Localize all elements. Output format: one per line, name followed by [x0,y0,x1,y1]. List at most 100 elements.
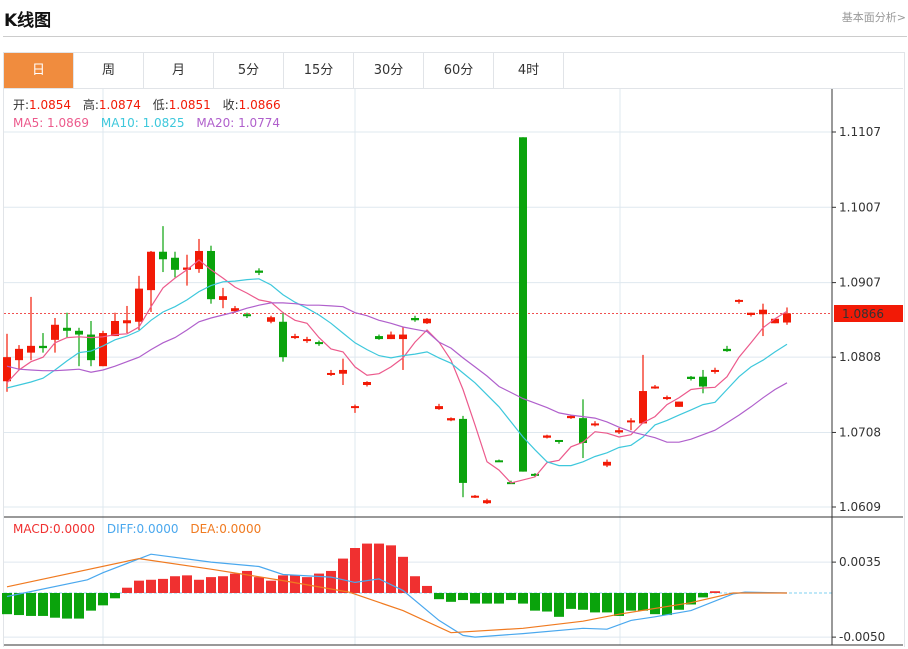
macd-bar [614,593,624,616]
candle-body [687,376,695,379]
macd-bar [674,593,684,610]
candle-body [123,320,131,324]
macd-bar [98,593,108,606]
candle-down [75,327,83,367]
macd-bar [134,580,144,593]
macd-bar [62,593,72,619]
candle-up [423,317,431,325]
y-tick-label: 1.0708 [839,425,881,439]
macd-bar [74,593,84,619]
macd-bar [710,591,720,593]
candle-body [255,270,263,273]
candle-down [687,375,695,381]
candle-down [87,321,95,367]
candle-body [423,318,431,324]
candle-body [567,415,575,419]
candle-body [51,324,59,340]
candle-body [375,336,383,340]
candle-body [675,401,683,407]
candle-up [387,331,395,340]
candle-body [615,430,623,433]
candle-up [735,299,743,304]
candle-down [519,137,527,472]
macd-bar [338,558,348,593]
macd-bar [470,593,480,604]
macd-bar [254,577,264,593]
candle-body [243,314,251,317]
candle-body [471,495,479,498]
candle-body [147,251,155,291]
candle-down [63,312,71,338]
macd-bar [182,575,192,593]
candle-body [783,313,791,323]
candle-up [27,296,35,361]
candle-up [51,317,59,353]
candle-body [699,376,707,387]
macd-bar [494,593,504,604]
candle-up [327,369,335,376]
candle-body [387,334,395,340]
candle-down [279,311,287,362]
macd-bar [146,579,156,593]
macd-bar [530,593,540,611]
candle-body [411,317,419,321]
candle-body [543,435,551,438]
macd-bar [698,593,708,598]
ma10-line [6,278,788,467]
candle-body [435,406,443,410]
macd-bar [50,593,60,618]
candle-up [399,327,407,370]
candle-up [447,417,455,422]
candle-body [3,357,11,382]
kline-chart[interactable]: 1.1107 1.1007 1.0907 1.0808 1.0708 1.0609 0.00… [0,0,908,649]
candle-body [111,321,119,337]
candle-body [267,317,275,322]
candle-up [363,381,371,387]
candle-body [363,382,371,386]
y-tick-label: 1.1107 [839,125,881,139]
y-tick-label: 1.0609 [839,500,881,514]
macd-bar [170,576,180,593]
candle-down [315,340,323,346]
candle-up [747,312,755,317]
candle-up [471,494,479,498]
macd-bar [626,593,636,611]
macd-bar [14,593,24,616]
macd-bar [86,593,96,611]
macd-bar [506,593,516,601]
candle-up [603,459,611,468]
macd-bar [458,593,468,601]
candle-body [63,327,71,331]
candle-body [459,418,467,483]
macd-bar [122,587,132,593]
candle-down [255,268,263,276]
candle-body [303,339,311,342]
candle-down [39,333,47,353]
ma10-legend: MA10: 1.0825 [101,116,185,130]
macd-bar [422,585,432,593]
macd-bar [482,593,492,604]
candle-down [207,245,215,304]
candle-down [171,251,179,278]
macd-bar [38,593,48,616]
candle-up [483,498,491,504]
candle-up [639,354,647,424]
candle-body [87,334,95,361]
candle-up [591,421,599,427]
candle-body [315,342,323,345]
macd-bar [206,577,216,593]
candle-body [747,312,755,315]
candle-body [27,345,35,353]
macd-y-tick-label: -0.0050 [839,630,885,644]
candle-body [159,251,167,260]
ma20-line [6,302,788,443]
macd-bar [578,593,588,610]
macd-bar [638,593,648,611]
macd-bar [410,576,420,593]
candle-body [591,423,599,426]
candle-up [663,395,671,401]
candle-body [651,386,659,389]
candle-body [327,372,335,375]
candle-body [603,461,611,466]
macd-bar [650,593,660,615]
